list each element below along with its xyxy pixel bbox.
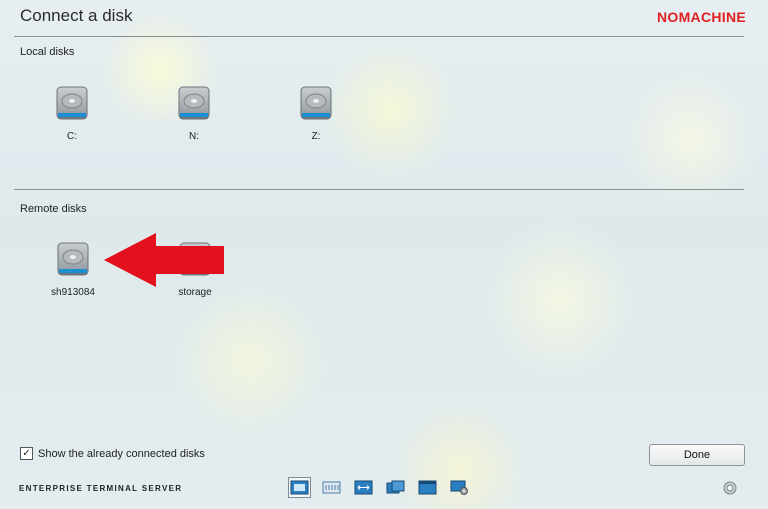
local-disk-n[interactable]: N: xyxy=(154,86,234,142)
local-disk-z[interactable]: Z: xyxy=(276,86,356,142)
session-toolbar xyxy=(288,477,471,498)
hard-drive-icon xyxy=(56,86,88,120)
hard-drive-icon xyxy=(57,242,89,276)
keyboard-icon[interactable] xyxy=(320,477,343,498)
disk-label: N: xyxy=(189,131,199,142)
display-icon[interactable] xyxy=(384,477,407,498)
local-disk-c[interactable]: C: xyxy=(32,86,112,142)
hard-drive-icon xyxy=(300,86,332,120)
disk-label: C: xyxy=(67,131,77,142)
hard-drive-icon xyxy=(178,86,210,120)
nomachine-logo: NOMACHINE xyxy=(656,9,746,25)
monitor-settings-icon[interactable] xyxy=(448,477,471,498)
disk-label: storage xyxy=(178,287,212,298)
done-button[interactable]: Done xyxy=(649,444,745,466)
window-icon[interactable] xyxy=(416,477,439,498)
remote-disk-sh913084[interactable]: sh913084 xyxy=(33,242,113,298)
header-divider xyxy=(14,36,744,37)
section-divider xyxy=(14,189,744,190)
dialog-title: Connect a disk xyxy=(20,6,133,25)
settings-gear-icon[interactable] xyxy=(723,481,737,495)
remote-disks-heading: Remote disks xyxy=(20,203,87,215)
red-arrow-annotation xyxy=(104,233,224,287)
fullscreen-icon[interactable] xyxy=(288,477,311,498)
show-connected-label: Show the already connected disks xyxy=(38,447,205,460)
disk-label: Z: xyxy=(311,131,321,142)
checkbox-box[interactable]: ✓ xyxy=(20,447,33,460)
show-connected-checkbox[interactable]: ✓ Show the already connected disks xyxy=(20,447,205,460)
local-disks-heading: Local disks xyxy=(20,46,75,58)
disk-label: sh913084 xyxy=(51,287,95,298)
product-name: ENTERPRISE TERMINAL SERVER xyxy=(19,484,183,493)
resize-icon[interactable] xyxy=(352,477,375,498)
